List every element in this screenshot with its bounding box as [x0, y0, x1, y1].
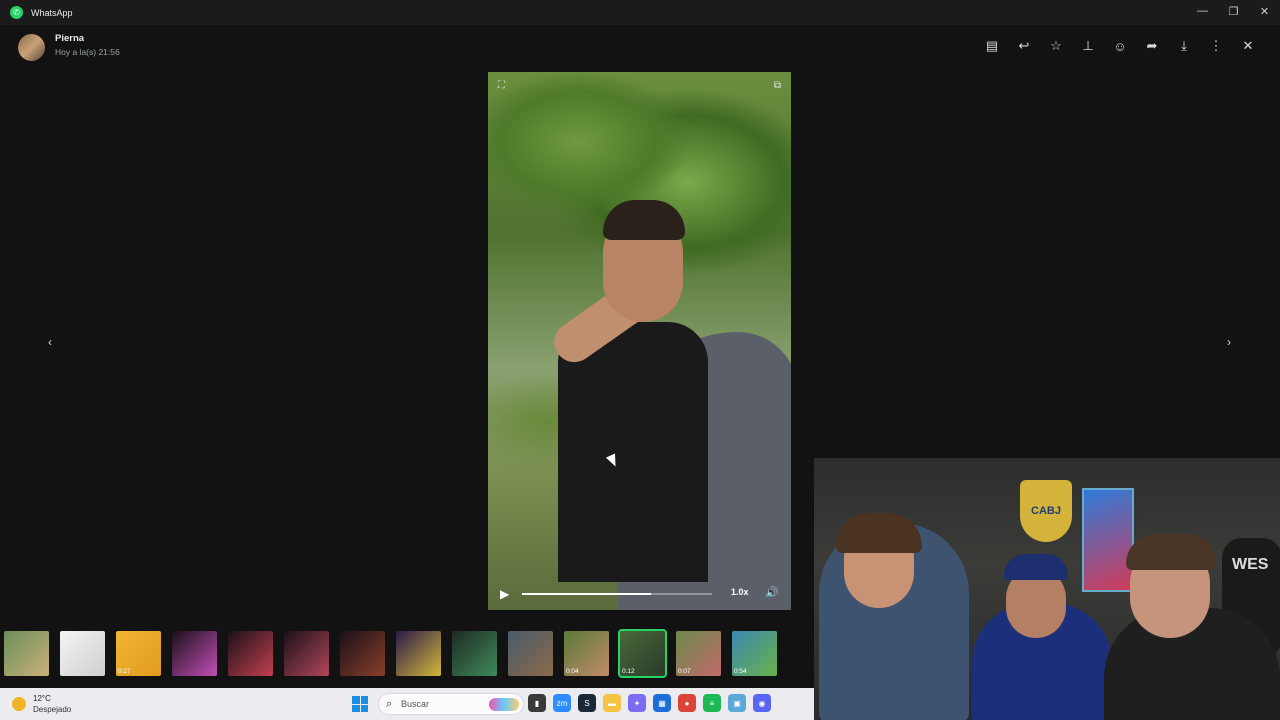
- avatar[interactable]: [18, 34, 45, 61]
- video-progress-bar[interactable]: [522, 593, 712, 595]
- minimize-button[interactable]: —: [1187, 0, 1218, 22]
- search-placeholder: Buscar: [401, 699, 430, 709]
- video-frame-hair: [603, 200, 685, 240]
- close-window-button[interactable]: ✕: [1249, 0, 1280, 22]
- chair-brand-text: WES: [1232, 556, 1269, 573]
- next-media-button[interactable]: ›: [1217, 330, 1241, 354]
- thumb-7[interactable]: [340, 630, 385, 676]
- thumb-duration: 0:07: [678, 667, 691, 675]
- thumb-duration: 0:27: [118, 667, 131, 675]
- thumb-9[interactable]: [452, 630, 497, 676]
- folder-icon[interactable]: ▬: [603, 694, 621, 712]
- thumb-duration: 0:04: [566, 667, 579, 675]
- video-progress-fill: [522, 593, 652, 595]
- thumb-4[interactable]: [172, 630, 217, 676]
- weather-moon-icon[interactable]: [12, 697, 26, 711]
- windows-taskbar: 12°C Despejado ⌕ Buscar ▮ zm S ▬ ✦ ▦ ● ≡ ▣ ◉: [0, 688, 814, 720]
- thumb-6[interactable]: [284, 630, 329, 676]
- play-button[interactable]: ▶: [500, 586, 516, 602]
- emoji-icon[interactable]: ☺: [1104, 35, 1136, 57]
- weather-description[interactable]: Despejado: [33, 705, 71, 714]
- thumb-11[interactable]: 0:04: [564, 630, 609, 676]
- zoom-icon[interactable]: zm: [553, 694, 571, 712]
- webcam-hair-left: [836, 513, 922, 553]
- wall-poster: [1082, 488, 1134, 592]
- playback-speed-button[interactable]: 1.0x: [731, 587, 749, 597]
- pop-out-icon[interactable]: ⧉: [774, 80, 781, 91]
- photos-icon[interactable]: ▣: [728, 694, 746, 712]
- window-titlebar: ✆ WhatsApp — ❐ ✕: [0, 0, 1280, 25]
- close-icon[interactable]: ✕: [1232, 35, 1264, 57]
- thumb-2[interactable]: [60, 630, 105, 676]
- thumb-duration: 0:12: [622, 667, 635, 675]
- thumb-12[interactable]: 0:12: [618, 628, 667, 678]
- thumb-10[interactable]: [508, 630, 553, 676]
- spotify-icon[interactable]: ≡: [703, 694, 721, 712]
- forward-icon[interactable]: ➦: [1136, 35, 1168, 57]
- thumb-13[interactable]: 0:07: [676, 630, 721, 676]
- expand-icon[interactable]: ⛶: [498, 80, 505, 91]
- weather-temperature[interactable]: 12°C: [33, 694, 51, 703]
- store-icon[interactable]: ▦: [653, 694, 671, 712]
- steam-icon[interactable]: S: [578, 694, 596, 712]
- webcam-hair-right: [1126, 534, 1216, 570]
- boca-shield-logo: CABJ: [1020, 480, 1072, 542]
- pin-icon[interactable]: ⊥: [1072, 35, 1104, 57]
- media-thumbnail-strip: 0:27 0:04 0:12 0:07 0:54: [0, 624, 814, 682]
- taskbar-pinned-apps: ▮ zm S ▬ ✦ ▦ ● ≡ ▣ ◉: [528, 694, 771, 712]
- video-player[interactable]: ⛶ ⧉ ▶ 1.0x 🔊: [488, 72, 791, 610]
- video-controls: ▶ 1.0x 🔊: [488, 578, 791, 610]
- file-explorer-icon[interactable]: ▮: [528, 694, 546, 712]
- search-highlight-icon: [489, 698, 519, 711]
- thumb-14[interactable]: 0:54: [732, 630, 777, 676]
- whatsapp-icon: ✆: [10, 6, 23, 19]
- header-actions: ▤ ↩ ☆ ⊥ ☺ ➦ ⤓ ⋮ ✕: [976, 35, 1264, 57]
- taskbar-search-box[interactable]: ⌕ Buscar: [378, 693, 524, 715]
- thumb-8[interactable]: [396, 630, 441, 676]
- select-text-icon[interactable]: ▤: [976, 35, 1008, 57]
- thumb-3[interactable]: 0:27: [116, 630, 161, 676]
- copilot-icon[interactable]: ✦: [628, 694, 646, 712]
- webcam-overlay: CABJ WES: [814, 458, 1280, 720]
- media-viewer-header: Pierna Hoy a la(s) 21:56 ▤ ↩ ☆ ⊥ ☺ ➦ ⤓ ⋮ ✕: [0, 25, 1280, 69]
- thumb-duration: 0:54: [734, 667, 747, 675]
- restore-button[interactable]: ❐: [1218, 0, 1249, 22]
- chrome-icon[interactable]: ●: [678, 694, 696, 712]
- search-icon: ⌕: [386, 698, 393, 710]
- webcam-cap-center: [1004, 554, 1068, 580]
- thumb-5[interactable]: [228, 630, 273, 676]
- contact-name: Pierna: [55, 33, 85, 44]
- thumb-1[interactable]: [4, 630, 49, 676]
- app-title: WhatsApp: [31, 7, 73, 18]
- star-icon[interactable]: ☆: [1040, 35, 1072, 57]
- download-icon[interactable]: ⤓: [1168, 35, 1200, 57]
- reply-icon[interactable]: ↩: [1008, 35, 1040, 57]
- windows-start-icon[interactable]: [352, 696, 368, 712]
- discord-icon[interactable]: ◉: [753, 694, 771, 712]
- previous-media-button[interactable]: ‹: [38, 330, 62, 354]
- more-icon[interactable]: ⋮: [1200, 35, 1232, 57]
- message-timestamp: Hoy a la(s) 21:56: [55, 47, 120, 57]
- volume-icon[interactable]: 🔊: [765, 586, 779, 599]
- window-controls: — ❐ ✕: [1187, 0, 1280, 25]
